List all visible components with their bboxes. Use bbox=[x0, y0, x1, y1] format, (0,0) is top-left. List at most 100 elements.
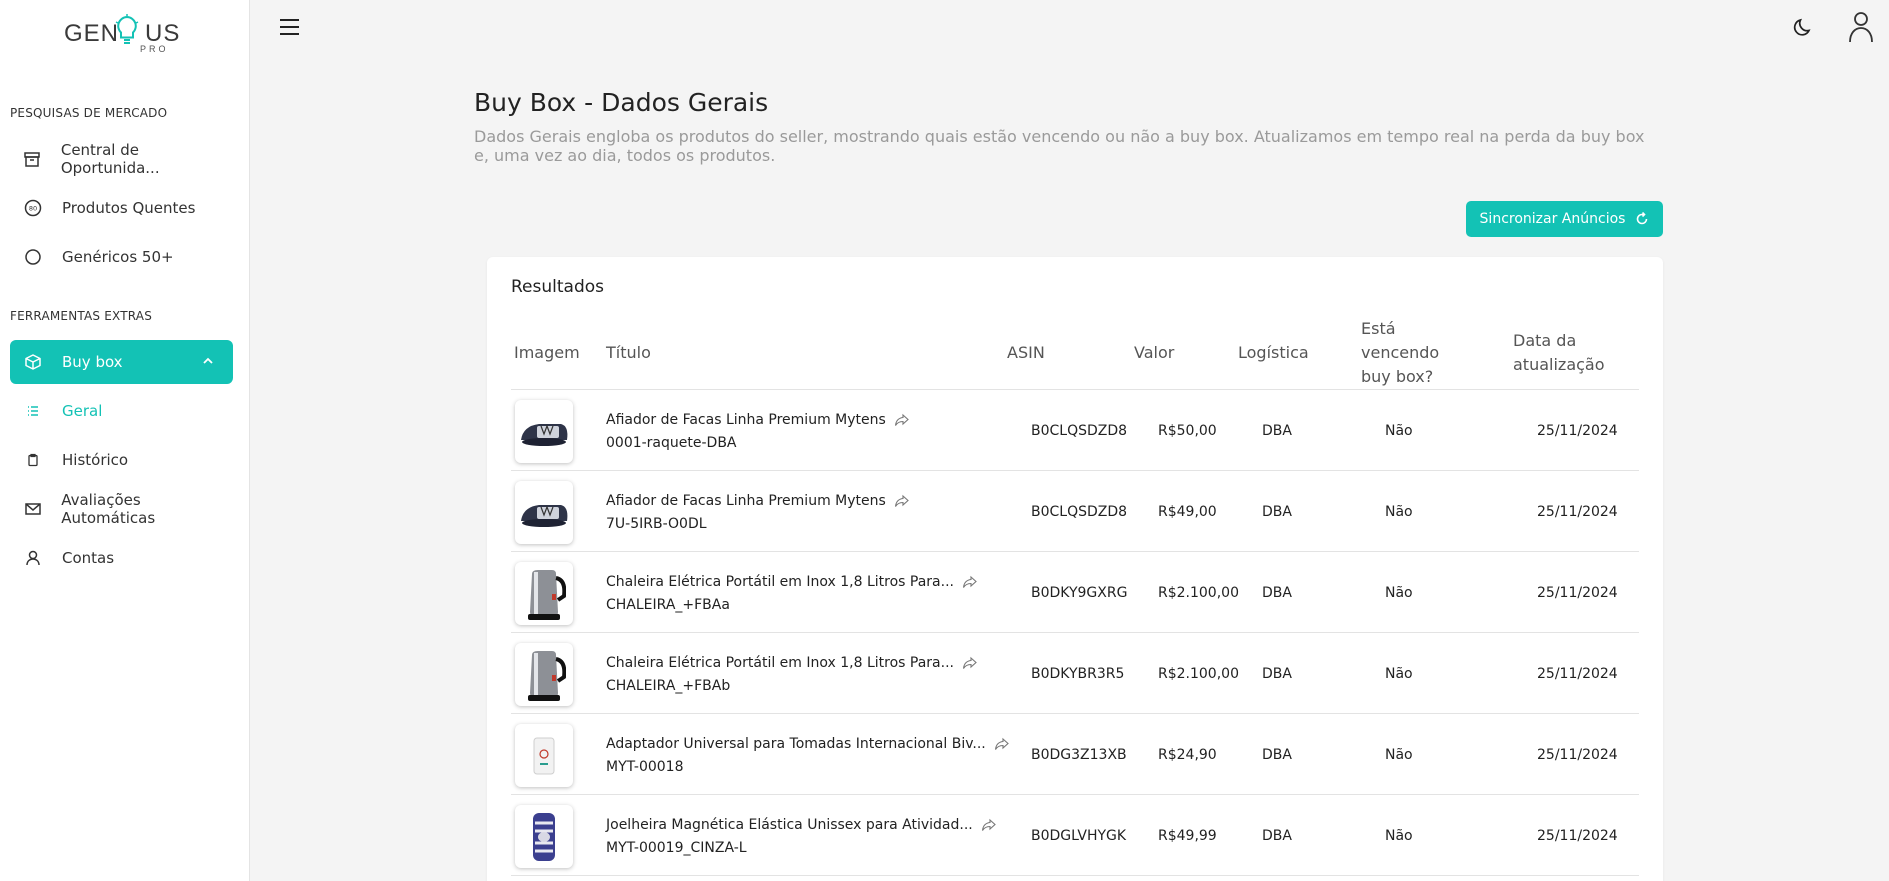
share-icon[interactable] bbox=[962, 575, 978, 589]
logistics-cell: DBA bbox=[1262, 666, 1292, 682]
section-market-title: PESQUISAS DE MERCADO bbox=[10, 106, 168, 120]
price-cell: R$2.100,00 bbox=[1158, 666, 1239, 682]
date-cell: 25/11/2024 bbox=[1537, 423, 1618, 439]
product-title[interactable]: Chaleira Elétrica Portátil em Inox 1,8 L… bbox=[606, 574, 954, 590]
archive-icon bbox=[22, 148, 43, 170]
logistics-cell: DBA bbox=[1262, 504, 1292, 520]
product-image[interactable] bbox=[515, 724, 573, 787]
product-sku: MYT-00019_CINZA-L bbox=[606, 840, 747, 856]
results-title: Resultados bbox=[511, 277, 604, 297]
price-cell: R$49,00 bbox=[1158, 504, 1217, 520]
logistics-cell: DBA bbox=[1262, 585, 1292, 601]
circle-icon bbox=[22, 246, 44, 268]
sync-listings-button[interactable]: Sincronizar Anúncios bbox=[1466, 201, 1663, 237]
sidebar-item-avaliacoes[interactable]: Avaliações Automáticas bbox=[10, 487, 233, 531]
hamburger-menu-icon[interactable] bbox=[279, 17, 301, 37]
sidebar-item-geral[interactable]: Geral bbox=[10, 389, 233, 433]
date-cell: 25/11/2024 bbox=[1537, 666, 1618, 682]
logistics-cell: DBA bbox=[1262, 423, 1292, 439]
table-row[interactable]: Adaptador Universal para Tomadas Interna… bbox=[511, 714, 1639, 795]
logo[interactable]: GEN US PRO bbox=[64, 14, 184, 56]
clipboard-icon bbox=[22, 449, 44, 471]
table-row[interactable]: Joelheira Magnética Elástica Unissex par… bbox=[511, 795, 1639, 876]
sidebar-item-contas[interactable]: Contas bbox=[10, 536, 233, 580]
product-sku: 7U-5IRB-O0DL bbox=[606, 516, 707, 532]
product-image[interactable] bbox=[515, 643, 573, 706]
refresh-icon bbox=[1637, 212, 1648, 225]
sidebar-item-label: Contas bbox=[62, 549, 115, 567]
date-cell: 25/11/2024 bbox=[1537, 585, 1618, 601]
share-icon[interactable] bbox=[894, 413, 910, 427]
winning-cell: Não bbox=[1385, 747, 1413, 763]
date-cell: 25/11/2024 bbox=[1537, 828, 1618, 844]
product-image[interactable] bbox=[515, 562, 573, 625]
winning-cell: Não bbox=[1385, 666, 1413, 682]
sidebar-item-historico[interactable]: Histórico bbox=[10, 438, 233, 482]
column-header-data[interactable]: Data da atualização bbox=[1513, 329, 1613, 377]
sidebar-item-label: Central de Oportunida... bbox=[60, 141, 160, 177]
logo-sub: PRO bbox=[140, 44, 169, 54]
logistics-cell: DBA bbox=[1262, 747, 1292, 763]
chevron-up-icon bbox=[201, 354, 215, 372]
price-cell: R$49,99 bbox=[1158, 828, 1217, 844]
product-title[interactable]: Afiador de Facas Linha Premium Mytens bbox=[606, 493, 886, 509]
share-icon[interactable] bbox=[994, 737, 1010, 751]
page-description: Dados Gerais engloba os produtos do sell… bbox=[474, 127, 1645, 165]
sync-button-label: Sincronizar Anúncios bbox=[1479, 211, 1626, 227]
sidebar-item-genericos[interactable]: Genéricos 50+ bbox=[10, 235, 233, 279]
svg-text:80: 80 bbox=[29, 205, 37, 213]
table-row[interactable]: Afiador de Facas Linha Premium Mytens 00… bbox=[511, 390, 1639, 471]
column-header-titulo[interactable]: Título bbox=[606, 341, 651, 365]
sidebar-item-produtos-quentes[interactable]: 80 Produtos Quentes bbox=[10, 186, 233, 230]
table-row[interactable]: Chaleira Elétrica Portátil em Inox 1,8 L… bbox=[511, 552, 1639, 633]
box-icon bbox=[22, 351, 44, 373]
product-title[interactable]: Joelheira Magnética Elástica Unissex par… bbox=[606, 817, 973, 833]
results-card: Resultados Imagem Título ASIN Valor Logí… bbox=[487, 257, 1663, 881]
user-icon bbox=[22, 547, 44, 569]
asin-cell: B0DKYBR3R5 bbox=[1031, 666, 1125, 682]
logistics-cell: DBA bbox=[1262, 828, 1292, 844]
share-icon[interactable] bbox=[894, 494, 910, 508]
mail-icon bbox=[22, 498, 43, 520]
column-header-valor[interactable]: Valor bbox=[1134, 341, 1174, 365]
sidebar: GEN US PRO PESQUISAS DE MERCADO Central d… bbox=[0, 0, 250, 881]
asin-cell: B0DGLVHYGK bbox=[1031, 828, 1127, 844]
table-row[interactable]: Afiador de Facas Linha Premium Mytens 7U… bbox=[511, 471, 1639, 552]
product-sku: MYT-00018 bbox=[606, 759, 684, 775]
column-header-logistica[interactable]: Logística bbox=[1238, 341, 1309, 365]
share-icon[interactable] bbox=[962, 656, 978, 670]
column-header-vencendo[interactable]: Está vencendo buy box? bbox=[1361, 317, 1451, 389]
sidebar-item-label: Genéricos 50+ bbox=[62, 248, 174, 266]
winning-cell: Não bbox=[1385, 504, 1413, 520]
winning-cell: Não bbox=[1385, 585, 1413, 601]
asin-cell: B0CLQSDZD8 bbox=[1031, 423, 1128, 439]
sidebar-item-central-oportunidades[interactable]: Central de Oportunida... bbox=[10, 137, 233, 181]
product-title[interactable]: Afiador de Facas Linha Premium Mytens bbox=[606, 412, 886, 428]
user-profile-icon[interactable] bbox=[1848, 11, 1874, 47]
sidebar-item-buy-box[interactable]: Buy box bbox=[10, 340, 233, 384]
winning-cell: Não bbox=[1385, 423, 1413, 439]
page-title: Buy Box - Dados Gerais bbox=[474, 88, 769, 117]
hot-badge-icon: 80 bbox=[22, 197, 44, 219]
section-tools-title: FERRAMENTAS EXTRAS bbox=[10, 309, 153, 323]
price-cell: R$50,00 bbox=[1158, 423, 1217, 439]
product-image[interactable] bbox=[515, 481, 573, 544]
product-title[interactable]: Chaleira Elétrica Portátil em Inox 1,8 L… bbox=[606, 655, 954, 671]
table-row[interactable]: Chaleira Elétrica Portátil em Inox 1,8 L… bbox=[511, 633, 1639, 714]
column-header-asin[interactable]: ASIN bbox=[1007, 341, 1045, 365]
product-sku: CHALEIRA_+FBAa bbox=[606, 597, 730, 613]
sidebar-item-label: Buy box bbox=[62, 353, 123, 371]
share-icon[interactable] bbox=[981, 818, 997, 832]
sidebar-item-label: Histórico bbox=[62, 451, 129, 469]
column-header-imagem[interactable]: Imagem bbox=[514, 341, 580, 365]
asin-cell: B0DG3Z13XB bbox=[1031, 747, 1127, 763]
sidebar-item-label: Geral bbox=[62, 402, 103, 420]
product-sku: 0001-raquete-DBA bbox=[606, 435, 737, 451]
product-image[interactable] bbox=[515, 400, 573, 463]
moon-icon[interactable] bbox=[1793, 16, 1815, 42]
sidebar-item-label: Avaliações Automáticas bbox=[61, 491, 156, 527]
product-image[interactable] bbox=[515, 805, 573, 868]
price-cell: R$2.100,00 bbox=[1158, 585, 1239, 601]
winning-cell: Não bbox=[1385, 828, 1413, 844]
product-title[interactable]: Adaptador Universal para Tomadas Interna… bbox=[606, 736, 986, 752]
